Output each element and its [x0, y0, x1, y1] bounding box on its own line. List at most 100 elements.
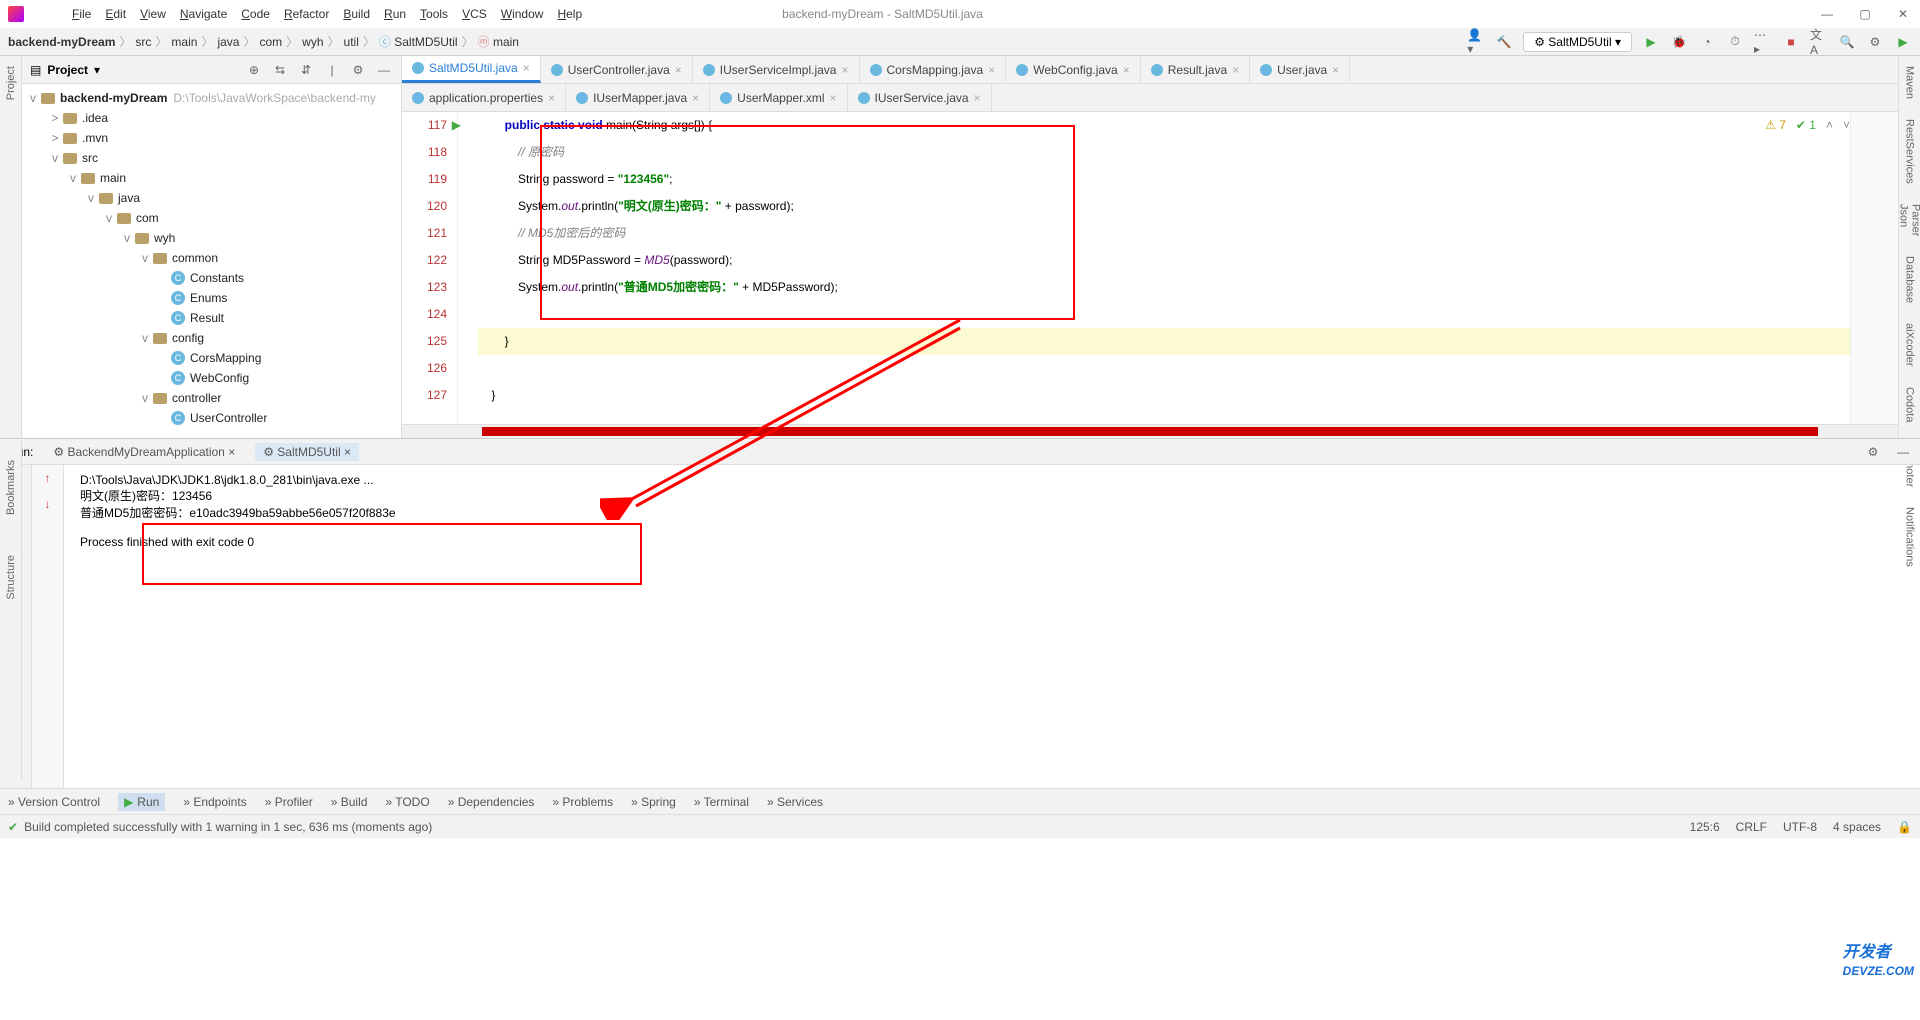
- tree-node-src[interactable]: vsrc: [22, 148, 401, 168]
- tool-tab-bookmarks[interactable]: Bookmarks: [5, 460, 17, 515]
- status-indent[interactable]: 4 spaces: [1833, 820, 1881, 834]
- tree-node-config[interactable]: vconfig: [22, 328, 401, 348]
- bottom-tab-terminal[interactable]: » Terminal: [694, 795, 749, 809]
- gear-icon[interactable]: ⚙: [349, 61, 367, 79]
- bottom-tab-services[interactable]: » Services: [767, 795, 823, 809]
- tree-node-wyh[interactable]: vwyh: [22, 228, 401, 248]
- code-line[interactable]: String MD5Password = MD5(password);: [478, 247, 1850, 274]
- tab-usercontroller-java[interactable]: UserController.java×: [541, 56, 693, 83]
- up-arrow-icon[interactable]: ↑: [45, 471, 51, 485]
- tree-root[interactable]: vbackend-myDreamD:\Tools\JavaWorkSpace\b…: [22, 88, 401, 108]
- tree-node-constants[interactable]: CConstants: [22, 268, 401, 288]
- tab-saltmd5util-java[interactable]: SaltMD5Util.java×: [402, 56, 541, 83]
- project-view-icon[interactable]: ▤: [30, 63, 41, 77]
- tab-webconfig-java[interactable]: WebConfig.java×: [1006, 56, 1141, 83]
- expand-icon[interactable]: ⇆: [271, 61, 289, 79]
- tab-user-java[interactable]: User.java×: [1250, 56, 1350, 83]
- run-tab-app[interactable]: ⚙ BackendMyDreamApplication ×: [45, 443, 243, 461]
- hide-icon[interactable]: —: [375, 61, 393, 79]
- menu-code[interactable]: Code: [241, 7, 270, 21]
- tab-iuserservice-java[interactable]: IUserService.java×: [848, 84, 992, 111]
- bottom-tab-dependencies[interactable]: » Dependencies: [448, 795, 535, 809]
- maximize-icon[interactable]: ▢: [1856, 5, 1874, 23]
- right-tab-codota[interactable]: Codota: [1904, 387, 1916, 422]
- tree-node-main[interactable]: vmain: [22, 168, 401, 188]
- run-hide-icon[interactable]: —: [1894, 443, 1912, 461]
- extra-run-icon[interactable]: ▶: [1894, 33, 1912, 51]
- tool-tab-structure[interactable]: Structure: [5, 555, 17, 600]
- code-line[interactable]: public static void main(String args[]) {: [478, 112, 1850, 139]
- code-line[interactable]: System.out.println("普通MD5加密密码：" + MD5Pas…: [478, 274, 1850, 301]
- menu-file[interactable]: File: [72, 7, 91, 21]
- breadcrumb-item[interactable]: com: [259, 35, 282, 49]
- status-enc[interactable]: UTF-8: [1783, 820, 1817, 834]
- breadcrumb-item[interactable]: util: [344, 35, 359, 49]
- search-icon[interactable]: 🔍: [1838, 33, 1856, 51]
- menu-edit[interactable]: Edit: [105, 7, 126, 21]
- run-settings-icon[interactable]: ⚙: [1864, 443, 1882, 461]
- status-pos[interactable]: 125:6: [1690, 820, 1720, 834]
- code-line[interactable]: }: [478, 382, 1850, 409]
- tab-iusermapper-java[interactable]: IUserMapper.java×: [566, 84, 710, 111]
- tree-node-common[interactable]: vcommon: [22, 248, 401, 268]
- code-line[interactable]: // MD5加密后的密码: [478, 220, 1850, 247]
- tree-node-.mvn[interactable]: >.mvn: [22, 128, 401, 148]
- debug-icon[interactable]: 🐞: [1670, 33, 1688, 51]
- breadcrumb-item[interactable]: backend-myDream: [8, 35, 115, 49]
- menu-vcs[interactable]: VCS: [462, 7, 487, 21]
- right-tab-restservices[interactable]: RestServices: [1904, 119, 1916, 184]
- breadcrumb-item[interactable]: ⓒ SaltMD5Util: [379, 33, 458, 50]
- breadcrumb-item[interactable]: wyh: [302, 35, 323, 49]
- bottom-tab-version-control[interactable]: » Version Control: [8, 795, 100, 809]
- tab-iuserserviceimpl-java[interactable]: IUserServiceImpl.java×: [693, 56, 860, 83]
- project-tree[interactable]: vbackend-myDreamD:\Tools\JavaWorkSpace\b…: [22, 84, 401, 438]
- locate-icon[interactable]: ⊕: [245, 61, 263, 79]
- down-arrow-icon[interactable]: ↓: [45, 497, 51, 511]
- translate-icon[interactable]: 文A: [1810, 33, 1828, 51]
- tree-node-enums[interactable]: CEnums: [22, 288, 401, 308]
- code-line[interactable]: [478, 355, 1850, 382]
- console-output[interactable]: D:\Tools\Java\JDK\JDK1.8\jdk1.8.0_281\bi…: [64, 465, 1920, 788]
- tab-corsmapping-java[interactable]: CorsMapping.java×: [860, 56, 1007, 83]
- right-tab-aixcoder[interactable]: aiXcoder: [1904, 323, 1916, 366]
- code-line[interactable]: System.out.println("明文(原生)密码：" + passwor…: [478, 193, 1850, 220]
- horizontal-scrollbar[interactable]: [402, 424, 1898, 438]
- inspection-badge[interactable]: ⚠ 7 ✔ 1 ˄˅: [1765, 118, 1850, 132]
- bottom-tab-profiler[interactable]: » Profiler: [265, 795, 313, 809]
- breadcrumb-item[interactable]: src: [135, 35, 151, 49]
- menu-navigate[interactable]: Navigate: [180, 7, 227, 21]
- minimap[interactable]: [1850, 112, 1898, 424]
- profile-icon[interactable]: ⏱: [1726, 33, 1744, 51]
- code-line[interactable]: String password = "123456";: [478, 166, 1850, 193]
- right-tab-maven[interactable]: Maven: [1904, 66, 1916, 99]
- tree-node-controller[interactable]: vcontroller: [22, 388, 401, 408]
- status-eol[interactable]: CRLF: [1736, 820, 1767, 834]
- tab-application-properties[interactable]: application.properties×: [402, 84, 566, 111]
- tree-node-result[interactable]: CResult: [22, 308, 401, 328]
- breadcrumb-item[interactable]: java: [217, 35, 239, 49]
- bottom-tab-problems[interactable]: » Problems: [552, 795, 613, 809]
- menu-refactor[interactable]: Refactor: [284, 7, 329, 21]
- tree-node-com[interactable]: vcom: [22, 208, 401, 228]
- run-tab-util[interactable]: ⚙ SaltMD5Util ×: [255, 443, 359, 461]
- close-icon[interactable]: ✕: [1894, 5, 1912, 23]
- code-line[interactable]: [478, 301, 1850, 328]
- stop-icon[interactable]: ■: [1782, 33, 1800, 51]
- tree-node-webconfig[interactable]: CWebConfig: [22, 368, 401, 388]
- run-icon[interactable]: ▶: [1642, 33, 1660, 51]
- attach-icon[interactable]: ⋯▸: [1754, 33, 1772, 51]
- menu-help[interactable]: Help: [557, 7, 582, 21]
- hammer-build-icon[interactable]: 🔨: [1495, 33, 1513, 51]
- right-tab-json-parser[interactable]: Json Parser: [1898, 204, 1920, 236]
- bottom-tab-todo[interactable]: » TODO: [385, 795, 429, 809]
- tree-node-java[interactable]: vjava: [22, 188, 401, 208]
- tab-usermapper-xml[interactable]: UserMapper.xml×: [710, 84, 847, 111]
- menu-window[interactable]: Window: [501, 7, 544, 21]
- menu-view[interactable]: View: [140, 7, 166, 21]
- menu-build[interactable]: Build: [343, 7, 370, 21]
- status-lock-icon[interactable]: 🔒: [1897, 820, 1912, 834]
- code-line[interactable]: // 原密码: [478, 139, 1850, 166]
- collapse-icon[interactable]: ⇵: [297, 61, 315, 79]
- menu-tools[interactable]: Tools: [420, 7, 448, 21]
- menu-run[interactable]: Run: [384, 7, 406, 21]
